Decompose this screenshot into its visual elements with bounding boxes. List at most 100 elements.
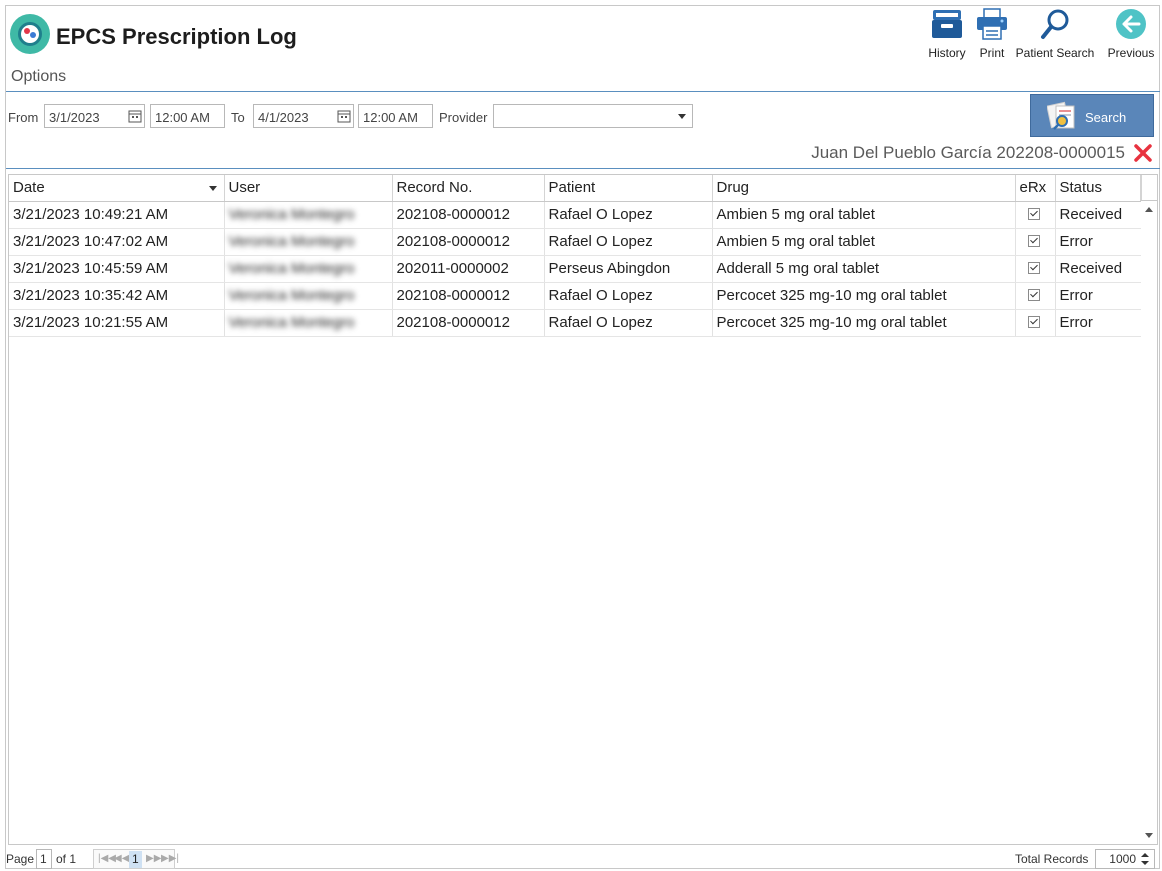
cell-date: 3/21/2023 10:45:59 AM — [9, 255, 225, 283]
cell-drug: Percocet 325 mg-10 mg oral tablet — [712, 282, 1016, 310]
cell-status: Error — [1055, 309, 1142, 337]
prescription-grid: Date User Record No. Patient Drug eRx St… — [8, 174, 1158, 845]
close-icon[interactable] — [1132, 142, 1154, 164]
cell-user: Veronica Montegro — [224, 228, 393, 256]
page-title: EPCS Prescription Log — [56, 24, 297, 49]
to-time-field[interactable]: 12:00 AM — [358, 104, 433, 128]
scroll-down-icon[interactable] — [1145, 833, 1153, 838]
next-page-icon[interactable]: ▶▶ — [146, 853, 161, 864]
column-header-patient[interactable]: Patient — [544, 175, 713, 202]
header-divider — [6, 91, 1160, 92]
erx-checkbox[interactable] — [1027, 262, 1040, 274]
cell-patient: Perseus Abingdon — [544, 255, 713, 283]
table-row[interactable]: 3/21/2023 10:45:59 AM Veronica Montegro 20… — [9, 255, 1142, 283]
cell-drug: Adderall 5 mg oral tablet — [712, 255, 1016, 283]
cell-drug: Ambien 5 mg oral tablet — [712, 201, 1016, 229]
filter-divider — [6, 168, 1160, 169]
page-of-label: of 1 — [56, 852, 77, 866]
patient-search-label: Patient Search — [1015, 46, 1095, 60]
to-date-value: 4/1/2023 — [258, 110, 309, 125]
back-arrow-icon — [1116, 9, 1146, 39]
from-time-field[interactable]: 12:00 AM — [150, 104, 225, 128]
cell-patient: Rafael O Lopez — [544, 201, 713, 229]
calendar-icon[interactable] — [128, 109, 142, 123]
cell-status: Error — [1055, 228, 1142, 256]
erx-checkbox[interactable] — [1027, 316, 1040, 328]
to-label: To — [231, 110, 245, 125]
page-size-input[interactable]: 1000 — [1095, 849, 1155, 869]
chevron-down-icon — [678, 114, 686, 119]
table-row[interactable]: 3/21/2023 10:21:55 AM Veronica Montegro 20… — [9, 309, 1142, 337]
history-icon — [932, 10, 962, 38]
page-navigator: |◀◀ ◀◀ 1 ▶▶ ▶▶| — [93, 849, 179, 869]
cell-erx — [1015, 309, 1056, 337]
previous-label: Previous — [1107, 46, 1155, 60]
header-filler — [1140, 175, 1157, 201]
vertical-scrollbar[interactable] — [1141, 201, 1157, 844]
history-label: History — [928, 46, 966, 60]
calendar-icon[interactable] — [337, 109, 351, 123]
search-button-label: Search — [1085, 110, 1127, 125]
cell-user: Veronica Montegro — [224, 282, 393, 310]
print-button[interactable]: Print — [975, 8, 1009, 64]
cell-drug: Ambien 5 mg oral tablet — [712, 228, 1016, 256]
cell-date: 3/21/2023 10:49:21 AM — [9, 201, 225, 229]
column-header-user[interactable]: User — [224, 175, 393, 202]
erx-checkbox[interactable] — [1027, 289, 1040, 301]
cell-record: 202011-0000002 — [392, 255, 545, 283]
print-label: Print — [979, 46, 1005, 60]
table-row[interactable]: 3/21/2023 10:35:42 AM Veronica Montegro 20… — [9, 282, 1142, 310]
cell-date: 3/21/2023 10:35:42 AM — [9, 282, 225, 310]
search-button[interactable]: Search — [1030, 94, 1154, 137]
cell-erx — [1015, 201, 1056, 229]
column-header-record[interactable]: Record No. — [392, 175, 545, 202]
options-menu[interactable]: Options — [11, 68, 66, 86]
from-label: From — [8, 110, 39, 125]
total-records-label: Total Records — [1015, 852, 1089, 866]
cell-status: Received — [1055, 201, 1142, 229]
last-page-icon[interactable]: ▶▶| — [161, 853, 179, 864]
table-row[interactable]: 3/21/2023 10:47:02 AM Veronica Montegro 20… — [9, 228, 1142, 256]
cell-record: 202108-0000012 — [392, 309, 545, 337]
cell-patient: Rafael O Lopez — [544, 282, 713, 310]
cell-user: Veronica Montegro — [224, 309, 393, 337]
scroll-up-icon[interactable] — [1145, 207, 1153, 212]
prev-page-icon[interactable]: ◀◀ — [114, 853, 129, 864]
erx-checkbox[interactable] — [1027, 235, 1040, 247]
provider-select[interactable] — [493, 104, 693, 128]
from-date-field[interactable]: 3/1/2023 — [44, 104, 145, 128]
cell-record: 202108-0000012 — [392, 282, 545, 310]
erx-checkbox[interactable] — [1027, 208, 1040, 220]
page-number-input[interactable]: 1 — [36, 849, 52, 869]
column-header-erx[interactable]: eRx — [1015, 175, 1056, 202]
magnifier-icon — [1041, 9, 1069, 39]
cell-drug: Percocet 325 mg-10 mg oral tablet — [712, 309, 1016, 337]
cell-status: Error — [1055, 282, 1142, 310]
cell-erx — [1015, 255, 1056, 283]
cell-erx — [1015, 282, 1056, 310]
cell-erx — [1015, 228, 1056, 256]
pager: Page 1 of 1 |◀◀ ◀◀ 1 ▶▶ ▶▶| Total Record… — [6, 849, 1160, 869]
cell-user: Veronica Montegro — [224, 201, 393, 229]
cell-user: Veronica Montegro — [224, 255, 393, 283]
column-header-status[interactable]: Status — [1055, 175, 1142, 202]
column-header-drug[interactable]: Drug — [712, 175, 1016, 202]
document-search-icon — [1047, 101, 1075, 130]
current-page-button[interactable]: 1 — [129, 851, 142, 868]
cell-date: 3/21/2023 10:47:02 AM — [9, 228, 225, 256]
spinner-icon[interactable] — [1140, 851, 1150, 867]
column-header-date-label: Date — [13, 179, 45, 197]
history-button[interactable]: History — [926, 8, 968, 64]
selected-patient: Juan Del Pueblo García 202208-0000015 — [811, 143, 1125, 162]
from-time-value: 12:00 AM — [155, 110, 210, 125]
patient-search-button[interactable]: Patient Search — [1015, 8, 1095, 64]
cell-status: Received — [1055, 255, 1142, 283]
from-date-value: 3/1/2023 — [49, 110, 100, 125]
to-date-field[interactable]: 4/1/2023 — [253, 104, 354, 128]
column-header-date[interactable]: Date — [9, 175, 225, 202]
cell-record: 202108-0000012 — [392, 201, 545, 229]
to-time-value: 12:00 AM — [363, 110, 418, 125]
page-label: Page — [6, 852, 35, 866]
previous-button[interactable]: Previous — [1106, 8, 1156, 64]
table-row[interactable]: 3/21/2023 10:49:21 AM Veronica Montegro 20… — [9, 201, 1142, 229]
